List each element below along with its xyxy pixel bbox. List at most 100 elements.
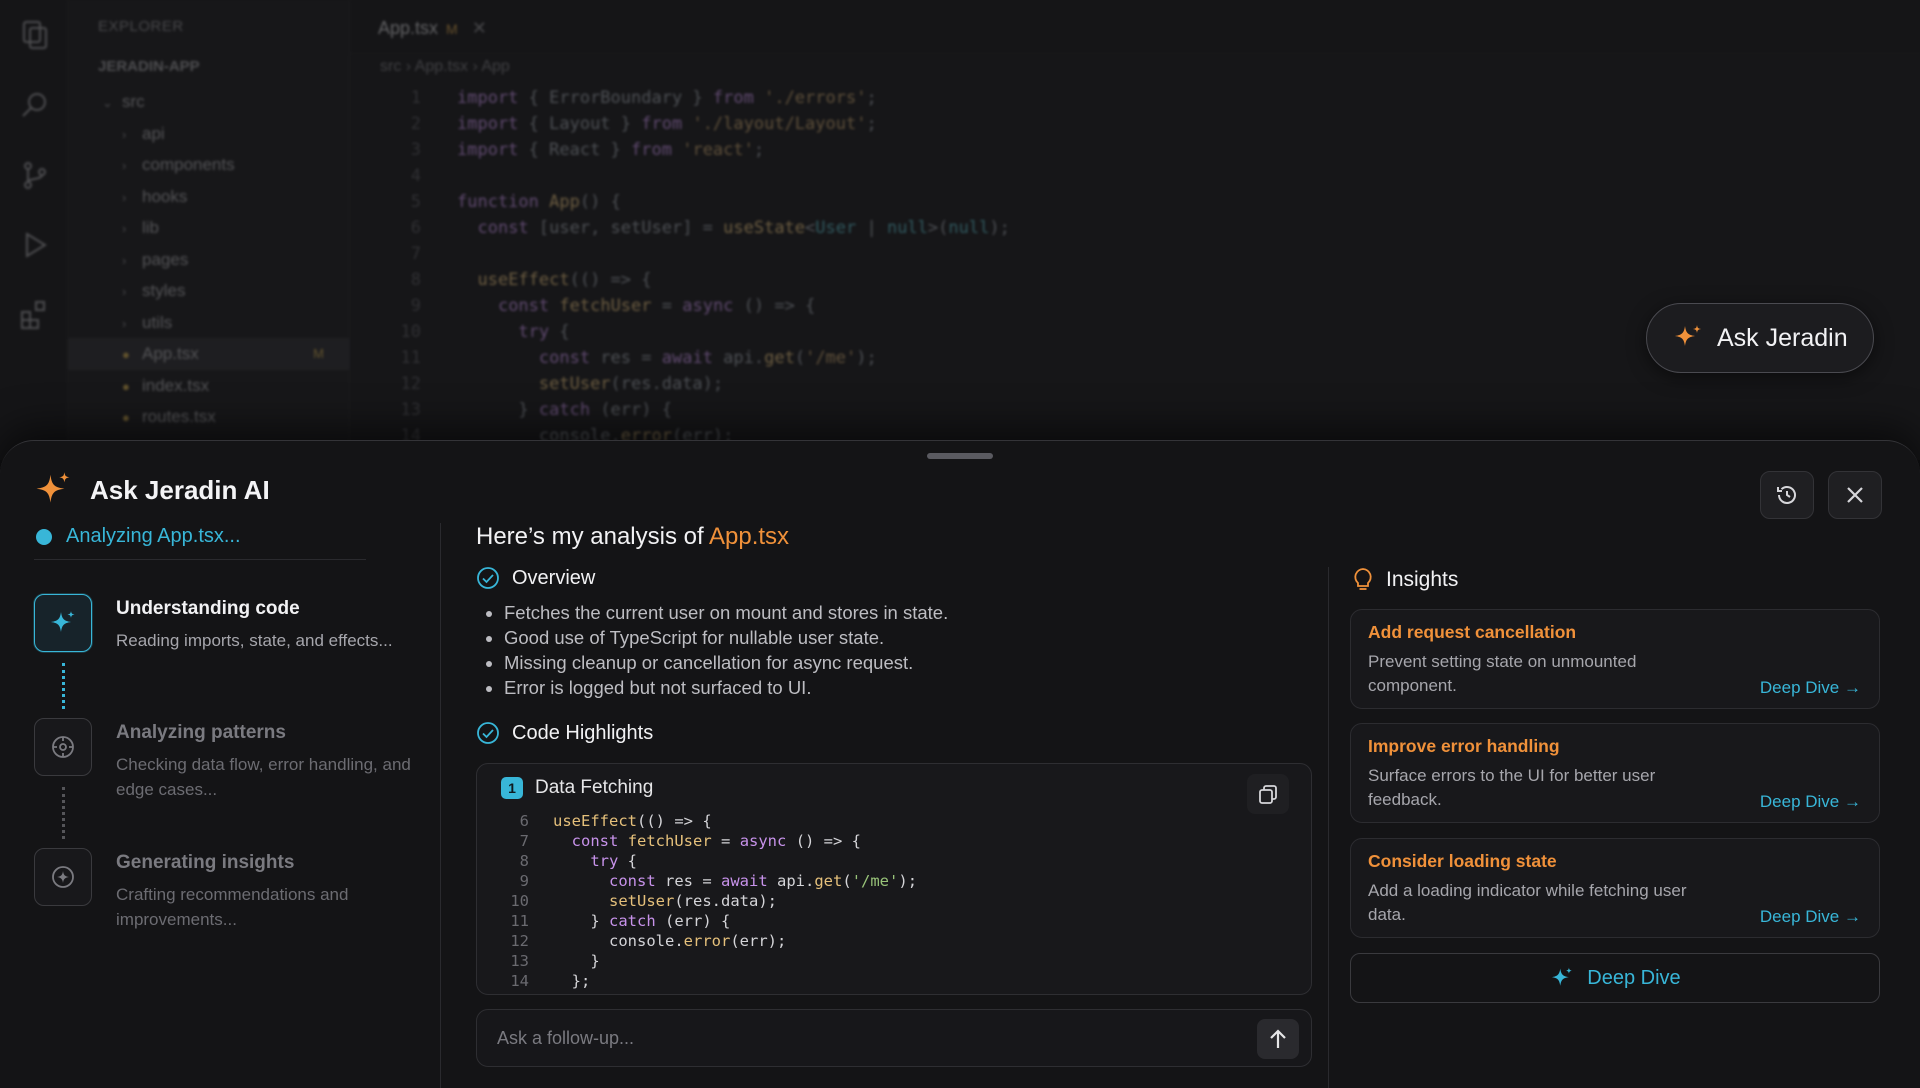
followup-input[interactable] xyxy=(497,1010,1217,1066)
ask-jeradin-sheet: Ask Jeradin AI Analyzing App.tsx... Unde… xyxy=(0,440,1920,1088)
tree-item[interactable]: ● App.tsx M xyxy=(68,338,350,370)
tree-item-label: App.tsx xyxy=(142,344,199,363)
chevron-icon: › xyxy=(122,126,127,142)
code-highlight-card: 1 Data Fetching 6 useEffect(() => { 7 con… xyxy=(476,763,1312,995)
file-tree: ⌄ src › api › components › hooks › lib › pages › styl… xyxy=(68,86,350,433)
insight-card-error-handling: Improve error handling Surface errors to… xyxy=(1350,723,1880,823)
tree-item[interactable]: ● index.tsx xyxy=(68,370,350,402)
sparkle-icon xyxy=(51,611,75,632)
step-connector xyxy=(62,663,65,709)
deep-dive-link[interactable]: Deep Dive → xyxy=(1760,678,1861,698)
check-circle-icon xyxy=(477,567,499,589)
status-dot xyxy=(36,528,52,545)
code-highlights-title: Code Highlights xyxy=(512,721,654,744)
step-description: Checking data flow, error handling, and … xyxy=(116,755,411,799)
insight-card-loading-state: Consider loading state Add a loading ind… xyxy=(1350,838,1880,938)
history-button[interactable] xyxy=(1760,471,1814,519)
deep-dive-link[interactable]: Deep Dive → xyxy=(1760,792,1861,812)
code-snippet[interactable]: 6 useEffect(() => { 7 const fetchUser = a… xyxy=(503,811,917,991)
modified-badge: M xyxy=(446,21,458,37)
panel-divider xyxy=(1328,567,1329,1088)
overview-title: Overview xyxy=(512,566,596,589)
tree-item-label: hooks xyxy=(142,186,188,206)
step-icon-box xyxy=(34,848,92,906)
insights-heading: Insights xyxy=(1352,567,1458,593)
overview-list: Fetches the current user on mount and st… xyxy=(504,600,948,700)
list-item: Good use of TypeScript for nullable user… xyxy=(504,625,948,650)
step-description: Reading imports, state, and effects... xyxy=(116,631,393,650)
search-icon[interactable] xyxy=(18,88,52,122)
insight-description: Prevent setting state on unmounted compo… xyxy=(1368,652,1637,695)
copy-icon xyxy=(1259,785,1277,804)
insights-title: Insights xyxy=(1386,568,1459,591)
status-text: Analyzing App.tsx... xyxy=(66,525,241,547)
tree-item[interactable]: › styles xyxy=(68,275,350,307)
highlight-number-badge: 1 xyxy=(501,777,523,799)
tree-item-label: utils xyxy=(142,312,173,332)
insight-title: Add request cancellation xyxy=(1368,622,1577,642)
ide-dimmed-layer: EXPLORER JERADIN-APP ⌄ src › api › components… xyxy=(0,0,1920,460)
chevron-icon: › xyxy=(122,158,127,173)
history-icon xyxy=(1777,486,1796,504)
close-button[interactable] xyxy=(1828,471,1882,519)
ask-jeradin-button[interactable]: Ask Jeradin xyxy=(1646,303,1874,373)
overview-heading: Overview xyxy=(476,566,595,590)
tree-item[interactable]: › api xyxy=(68,118,350,150)
file-icon: ● xyxy=(122,410,130,425)
tree-item-label: api xyxy=(142,123,165,143)
tree-item[interactable]: › components xyxy=(68,149,350,181)
tree-item[interactable]: ⌄ src xyxy=(68,86,350,118)
panel-divider xyxy=(440,523,441,1088)
analysis-heading-file[interactable]: App.tsx xyxy=(709,523,789,550)
breadcrumb[interactable]: src › App.tsx › App xyxy=(380,58,510,76)
tree-item[interactable]: › utils xyxy=(68,307,350,339)
source-control-icon[interactable] xyxy=(18,158,52,192)
code-card-title: 1 Data Fetching xyxy=(501,777,653,799)
insight-title: Consider loading state xyxy=(1368,851,1557,871)
run-debug-icon[interactable] xyxy=(18,228,52,262)
step-icon-box xyxy=(34,718,92,776)
ide-background: EXPLORER JERADIN-APP ⌄ src › api › components… xyxy=(0,0,1920,460)
code-editor[interactable]: 1 import { ErrorBoundary } from './errors… xyxy=(395,85,1010,449)
insight-icon xyxy=(52,866,74,888)
sheet-title: Ask Jeradin AI xyxy=(34,471,270,509)
arrow-up-icon xyxy=(1270,1029,1286,1048)
extensions-icon[interactable] xyxy=(18,298,52,332)
step-icon-box xyxy=(34,594,92,652)
status-divider xyxy=(34,559,366,560)
file-icon: ● xyxy=(122,378,130,394)
send-button[interactable] xyxy=(1257,1019,1299,1059)
tree-item[interactable]: ● routes.tsx xyxy=(68,401,350,433)
deep-dive-button[interactable]: Deep Dive xyxy=(1350,953,1880,1003)
insight-description: Add a loading indicator while fetching u… xyxy=(1368,881,1687,924)
step-title: Analyzing patterns xyxy=(116,722,286,743)
step-description: Crafting recommendations and improvement… xyxy=(116,885,349,929)
file-icon: ● xyxy=(122,347,130,362)
ask-jeradin-label: Ask Jeradin xyxy=(1717,323,1848,352)
list-item: Fetches the current user on mount and st… xyxy=(504,600,948,625)
check-circle-icon xyxy=(477,722,499,744)
insight-title: Improve error handling xyxy=(1368,736,1560,756)
editor-tab-app-tsx[interactable]: App.tsx M ✕ xyxy=(364,12,501,44)
tree-item-label: index.tsx xyxy=(142,375,210,395)
editor-tab-bar: App.tsx M ✕ xyxy=(350,0,1920,54)
copy-code-button[interactable] xyxy=(1247,774,1289,814)
close-icon xyxy=(1847,487,1863,503)
tree-item[interactable]: › lib xyxy=(68,212,350,244)
chevron-icon: › xyxy=(122,221,127,236)
deep-dive-link[interactable]: Deep Dive → xyxy=(1760,907,1861,927)
tree-item-label: lib xyxy=(142,218,160,237)
tab-close-icon[interactable]: ✕ xyxy=(472,18,487,38)
insight-description: Surface errors to the UI for better user… xyxy=(1368,766,1656,809)
tree-item[interactable]: › pages xyxy=(68,244,350,276)
explorer-header: EXPLORER xyxy=(98,18,184,35)
tree-item[interactable]: › hooks xyxy=(68,181,350,213)
sheet-grab-handle[interactable] xyxy=(927,453,993,459)
project-name[interactable]: JERADIN-APP xyxy=(98,58,200,75)
sparkle-icon xyxy=(36,472,70,503)
deep-dive-label: Deep Dive xyxy=(1587,966,1681,989)
files-icon[interactable] xyxy=(18,18,52,52)
analysis-heading-prefix: Here’s my analysis of xyxy=(476,523,709,550)
insight-card-request-cancellation: Add request cancellation Prevent setting… xyxy=(1350,609,1880,709)
tree-item-label: pages xyxy=(142,249,189,269)
